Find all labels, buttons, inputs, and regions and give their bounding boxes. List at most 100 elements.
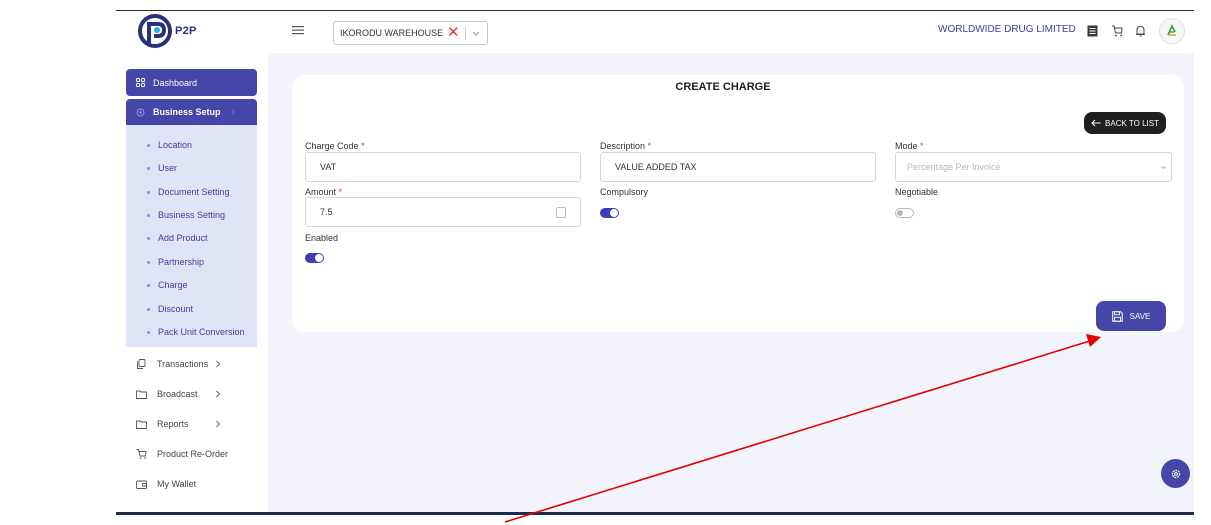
sidebar-item-label: Dashboard — [153, 77, 198, 88]
settings-icon — [136, 108, 145, 116]
sidebar-item-reports[interactable]: Reports — [126, 414, 257, 434]
submenu-item-business-setting[interactable]: Business Setting — [126, 206, 257, 224]
label-text: Charge Code — [305, 141, 359, 151]
amount-value: 7.5 — [320, 207, 333, 217]
chevron-right-icon — [231, 109, 236, 115]
required-mark: * — [647, 141, 652, 151]
cart-icon — [136, 449, 147, 459]
chevron-down-icon[interactable] — [471, 27, 481, 39]
submenu-item-partnership[interactable]: Partnership — [126, 253, 257, 271]
submenu-item-charge[interactable]: Charge — [126, 276, 257, 294]
chevron-down-icon — [1161, 166, 1166, 170]
bell-icon[interactable] — [1135, 25, 1146, 37]
p2p-logo-icon — [138, 14, 172, 48]
submenu-label: Location — [158, 140, 193, 150]
toggle-knob — [897, 210, 903, 216]
enabled-toggle[interactable] — [305, 253, 324, 263]
sidebar-item-label: Business Setup — [153, 107, 221, 117]
select-separator — [465, 26, 466, 40]
label-text: Mode — [895, 141, 918, 151]
description-label: Description * — [600, 141, 651, 151]
sidebar-item-my-wallet[interactable]: My Wallet — [126, 474, 257, 494]
hamburger-menu-icon[interactable] — [292, 25, 304, 35]
submenu-label: Add Product — [158, 233, 208, 243]
compulsory-toggle[interactable] — [600, 208, 619, 218]
sidebar-item-label: Product Re-Order — [157, 449, 229, 459]
logo-text: P2P — [175, 25, 197, 37]
submenu-item-user[interactable]: User — [126, 159, 257, 177]
cart-icon[interactable] — [1111, 25, 1123, 37]
mode-label: Mode * — [895, 141, 924, 151]
folder-icon — [136, 390, 147, 399]
submenu-item-pack-unit-conversion[interactable]: Pack Unit Conversion — [126, 323, 257, 341]
bullet-dot — [147, 191, 150, 194]
bullet-dot — [147, 331, 150, 334]
sidebar-item-label: Reports — [157, 419, 189, 429]
submenu-item-document-setting[interactable]: Document Setting — [126, 183, 257, 201]
save-label: SAVE — [1129, 311, 1151, 321]
arrow-left-icon — [1091, 119, 1101, 127]
submenu-label: User — [158, 163, 178, 173]
sidebar-item-dashboard[interactable]: Dashboard — [126, 69, 257, 96]
required-mark: * — [920, 141, 924, 151]
back-to-list-button[interactable]: BACK TO LIST — [1084, 112, 1166, 134]
bullet-dot — [147, 237, 150, 240]
required-mark: * — [338, 187, 343, 197]
negotiable-label: Negotiable — [895, 187, 939, 197]
label-text: Description — [600, 141, 646, 151]
submenu-label: Pack Unit Conversion — [158, 327, 245, 337]
submenu-item-discount[interactable]: Discount — [126, 300, 257, 318]
bullet-dot — [147, 144, 150, 147]
clear-warehouse-icon[interactable]: ✕ — [447, 24, 460, 42]
number-stepper-icon[interactable] — [556, 207, 566, 218]
sidebar-item-label: My Wallet — [157, 479, 197, 489]
submenu-label: Discount — [158, 304, 194, 314]
sidebar-item-business-setup[interactable]: Business Setup — [126, 99, 257, 125]
warehouse-select[interactable]: IKORODU WAREHOUSE ✕ — [333, 21, 488, 45]
submenu-label: Document Setting — [158, 187, 230, 197]
list-icon[interactable] — [1087, 25, 1098, 37]
description-input[interactable]: VALUE ADDED TAX — [600, 152, 876, 182]
amount-input[interactable]: 7.5 — [305, 197, 581, 227]
back-to-list-label: BACK TO LIST — [1105, 118, 1159, 128]
bullet-dot — [147, 284, 150, 287]
save-button[interactable]: SAVE — [1096, 301, 1166, 331]
chevron-right-icon — [216, 390, 221, 398]
settings-fab[interactable] — [1161, 459, 1190, 488]
submenu-item-add-product[interactable]: Add Product — [126, 229, 257, 247]
sidebar-item-label: Transactions — [157, 359, 209, 369]
mode-placeholder: Percentage Per Invoice — [907, 162, 1001, 172]
chevron-right-icon — [216, 420, 221, 428]
toggle-knob — [315, 254, 323, 262]
bullet-dot — [147, 261, 150, 264]
negotiable-toggle[interactable] — [895, 208, 914, 218]
required-mark: * — [361, 141, 365, 151]
charge-code-input[interactable]: VAT — [305, 152, 581, 182]
bullet-dot — [147, 308, 150, 311]
submenu-label: Charge — [158, 280, 188, 290]
sidebar-item-product-re-order[interactable]: Product Re-Order — [126, 444, 257, 464]
page-title: CREATE CHARGE — [675, 81, 771, 93]
amount-label: Amount * — [305, 187, 342, 197]
toggle-knob — [610, 209, 618, 217]
sidebar-item-broadcast[interactable]: Broadcast — [126, 384, 257, 404]
submenu-label: Partnership — [158, 257, 205, 267]
bottom-bar — [116, 512, 1194, 515]
user-avatar[interactable] — [1159, 18, 1185, 44]
compulsory-label: Compulsory — [600, 187, 649, 197]
sidebar-item-transactions[interactable]: Transactions — [126, 354, 257, 374]
company-name[interactable]: WORLDWIDE DRUG LIMITED — [938, 24, 1076, 35]
chevron-right-icon — [216, 360, 221, 368]
submenu-label: Business Setting — [158, 210, 226, 220]
submenu-item-location[interactable]: Location — [126, 136, 257, 154]
grid-icon — [136, 78, 145, 87]
enabled-label: Enabled — [305, 233, 339, 243]
sidebar-item-label: Broadcast — [157, 389, 198, 399]
warehouse-value: IKORODU WAREHOUSE — [340, 28, 444, 38]
logo[interactable]: P2P — [138, 13, 197, 49]
avatar-logo-icon — [1167, 24, 1176, 36]
sidebar: Dashboard Business Setup Location User D… — [116, 53, 268, 515]
business-setup-submenu: Location User Document Setting Business … — [126, 125, 257, 347]
charge-code-label: Charge Code * — [305, 141, 365, 151]
mode-select[interactable]: Percentage Per Invoice — [895, 152, 1172, 182]
